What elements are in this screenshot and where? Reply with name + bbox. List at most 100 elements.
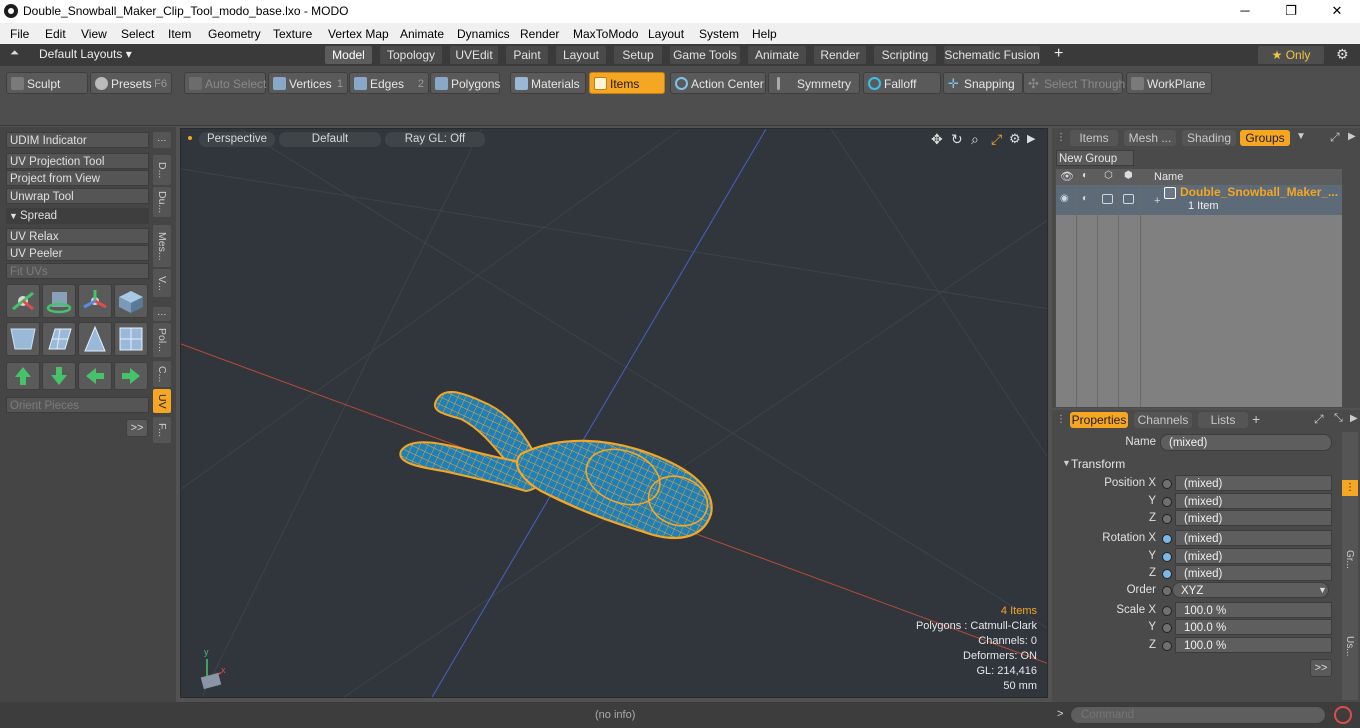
scale-x-field[interactable]: 100.0 %	[1175, 602, 1332, 618]
visibility-toggle-icon[interactable]: ◉	[1060, 193, 1069, 204]
order-keyframe-icon[interactable]	[1162, 586, 1172, 596]
panel-dots-icon-2[interactable]: ⋮	[153, 307, 171, 321]
polygons-button[interactable]: Polygons	[430, 72, 500, 94]
only-button[interactable]: ★ Only	[1258, 46, 1324, 64]
menu-help[interactable]: Help	[752, 27, 777, 41]
close-button[interactable]: ✕	[1314, 0, 1360, 23]
select-toggle-icon[interactable]	[1123, 194, 1134, 204]
scale-z-field[interactable]: 100.0 %	[1175, 637, 1332, 653]
name-field[interactable]: (mixed)	[1160, 434, 1332, 451]
scale-y-field[interactable]: 100.0 %	[1175, 619, 1332, 635]
menu-dynamics[interactable]: Dynamics	[457, 27, 510, 41]
tab-topology[interactable]: Topology	[380, 46, 442, 64]
panel-arrow-icon[interactable]: ▶	[1350, 413, 1358, 424]
uv-transform-icon[interactable]	[6, 284, 40, 318]
viewport-expand-icon[interactable]: ▶	[1027, 132, 1035, 145]
menu-edit[interactable]: Edit	[45, 27, 66, 41]
tab-paint[interactable]: Paint	[506, 46, 548, 64]
snapping-button[interactable]: ✛ Snapping	[943, 72, 1023, 94]
move-left-icon[interactable]	[78, 362, 112, 390]
more-tools-button[interactable]: >>	[126, 419, 148, 437]
render-toggle-icon[interactable]: ◐	[1082, 193, 1088, 204]
order-dropdown-arrow-icon[interactable]: ▼	[1318, 585, 1327, 595]
menu-system[interactable]: System	[699, 27, 739, 41]
vertices-button[interactable]: Vertices 1	[268, 72, 348, 94]
gear-icon[interactable]: ⚙	[1336, 46, 1349, 63]
menu-geometry[interactable]: Geometry	[208, 27, 261, 41]
side-tab-gr[interactable]: Gr...	[1344, 550, 1355, 569]
panel-grip-icon[interactable]: ⋮	[1056, 414, 1066, 425]
menu-file[interactable]: File	[10, 27, 29, 41]
3d-viewport[interactable]: Perspective Default Ray GL: Off ✥ ↻ ⌕ ⤢ …	[180, 128, 1048, 698]
items-button[interactable]: Items	[589, 72, 665, 94]
tab-render[interactable]: Render	[814, 46, 866, 64]
panel-expand-icon[interactable]: ⤢	[1330, 130, 1340, 145]
expand-plus-icon[interactable]: +	[1154, 195, 1160, 207]
maximize-button[interactable]: ❐	[1268, 0, 1314, 23]
rotation-x-keyframe-icon[interactable]	[1162, 534, 1172, 544]
menu-animate[interactable]: Animate	[400, 27, 444, 41]
add-tab-icon[interactable]: +	[1252, 411, 1260, 427]
groups-scrollbar[interactable]	[1344, 169, 1356, 407]
side-tab-pol[interactable]: Pol...	[153, 323, 171, 357]
tab-lists[interactable]: Lists	[1198, 412, 1248, 428]
materials-button[interactable]: Materials	[510, 72, 586, 94]
tab-animate[interactable]: Animate	[748, 46, 806, 64]
lock-toggle-icon[interactable]	[1102, 194, 1113, 204]
properties-side-tab-active[interactable]: ⋮	[1342, 480, 1358, 496]
transform-section-header[interactable]: Transform	[1071, 457, 1125, 471]
record-macro-icon[interactable]	[1334, 706, 1352, 724]
tab-game-tools[interactable]: Game Tools	[670, 46, 740, 64]
position-z-keyframe-icon[interactable]	[1162, 514, 1172, 524]
tab-properties[interactable]: Properties	[1070, 412, 1128, 428]
side-tab-mes[interactable]: Mes...	[153, 225, 171, 267]
fit-uvs-button[interactable]: Fit UVs	[6, 263, 149, 279]
orient-pieces-button[interactable]: Orient Pieces	[6, 397, 149, 413]
select-column-icon[interactable]: ⬢	[1124, 170, 1133, 181]
tab-schematic-fusion[interactable]: Schematic Fusion	[944, 46, 1040, 64]
menu-vertex-map[interactable]: Vertex Map	[328, 27, 389, 41]
select-through-button[interactable]: ✣ Select Through	[1023, 72, 1125, 94]
side-tab-us[interactable]: Us...	[1344, 636, 1355, 657]
zoom-icon[interactable]: ⌕	[971, 131, 979, 148]
uv-checker-icon[interactable]	[114, 322, 148, 356]
order-dropdown[interactable]: XYZ	[1172, 582, 1329, 598]
tab-dropdown-icon[interactable]: ▼	[1296, 131, 1306, 142]
scale-x-keyframe-icon[interactable]	[1162, 606, 1172, 616]
tab-scripting[interactable]: Scripting	[874, 46, 936, 64]
uv-rotate-icon[interactable]	[42, 284, 76, 318]
uv-peeler-button[interactable]: UV Peeler	[6, 245, 149, 261]
uv-box-icon[interactable]	[114, 284, 148, 318]
rotate-view-icon[interactable]: ↻	[951, 131, 963, 148]
uv-scale-icon[interactable]	[78, 284, 112, 318]
transform-collapse-icon[interactable]: ▼	[1062, 458, 1071, 468]
lock-column-icon[interactable]: ⬡	[1104, 170, 1113, 181]
position-z-field[interactable]: (mixed)	[1175, 510, 1332, 526]
tab-groups[interactable]: Groups	[1240, 130, 1290, 146]
rotation-x-field[interactable]: (mixed)	[1175, 530, 1332, 546]
side-tab-du[interactable]: Du...	[153, 187, 171, 217]
rotation-y-keyframe-icon[interactable]	[1162, 552, 1172, 562]
falloff-button[interactable]: Falloff	[863, 72, 941, 94]
panel-pin-icon[interactable]: ⤡	[1334, 412, 1343, 425]
pan-icon[interactable]: ✥	[931, 131, 943, 148]
command-input[interactable]	[1070, 706, 1326, 724]
menu-maxtomodo[interactable]: MaxToModo	[573, 27, 638, 41]
viewport-menu-dot-icon[interactable]	[188, 136, 192, 140]
name-column-header[interactable]: Name	[1154, 171, 1183, 183]
menu-select[interactable]: Select	[121, 27, 154, 41]
view-type-tab[interactable]: Perspective	[199, 132, 275, 147]
project-from-view-button[interactable]: Project from View	[6, 170, 149, 186]
workplane-button[interactable]: WorkPlane	[1126, 72, 1212, 94]
edges-button[interactable]: Edges 2	[349, 72, 429, 94]
spread-section-header[interactable]: ▼ Spread	[6, 208, 149, 224]
group-name[interactable]: Double_Snowball_Maker_...	[1180, 185, 1338, 199]
viewport-settings-icon[interactable]: ⚙	[1009, 131, 1021, 147]
tab-setup[interactable]: Setup	[614, 46, 662, 64]
move-down-icon[interactable]	[42, 362, 76, 390]
add-layout-icon[interactable]: +	[1054, 45, 1063, 63]
udim-indicator-button[interactable]: UDIM Indicator	[6, 132, 149, 148]
tab-shading[interactable]: Shading	[1182, 130, 1236, 146]
tab-channels[interactable]: Channels	[1134, 412, 1192, 428]
uv-projection-tool-button[interactable]: UV Projection Tool	[6, 153, 149, 169]
